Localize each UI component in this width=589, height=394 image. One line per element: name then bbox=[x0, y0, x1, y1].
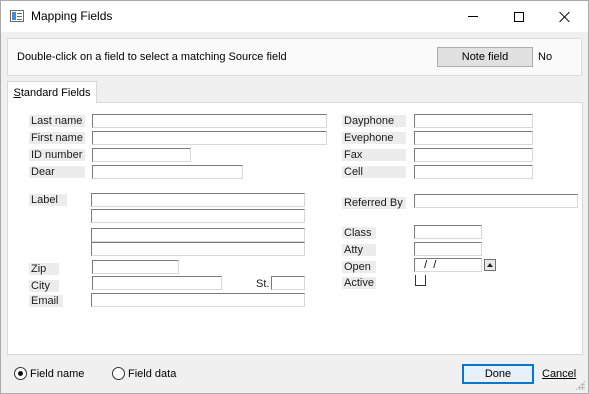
first-name-field[interactable] bbox=[92, 131, 327, 145]
fax-field[interactable] bbox=[414, 148, 533, 162]
referred-by-label: Referred By bbox=[342, 197, 406, 209]
maximize-button[interactable] bbox=[496, 1, 542, 32]
id-number-label: ID number bbox=[29, 149, 85, 161]
instruction-text: Double-click on a field to select a matc… bbox=[17, 51, 287, 63]
evephone-field[interactable] bbox=[414, 131, 533, 145]
label-line-2-field[interactable] bbox=[91, 209, 305, 223]
referred-by-field[interactable] bbox=[414, 194, 578, 208]
email-label: Email bbox=[29, 295, 63, 307]
done-button[interactable]: Done bbox=[462, 364, 534, 384]
atty-label: Atty bbox=[342, 244, 376, 256]
zip-field[interactable] bbox=[92, 260, 179, 274]
city-field[interactable] bbox=[92, 276, 222, 290]
open-label: Open bbox=[342, 261, 376, 273]
dear-field[interactable] bbox=[92, 165, 243, 179]
dayphone-label: Dayphone bbox=[342, 115, 406, 127]
minimize-icon bbox=[468, 16, 478, 17]
field-data-radio-label[interactable]: Field data bbox=[128, 368, 176, 380]
class-field[interactable] bbox=[414, 225, 482, 239]
label-line-4-field[interactable] bbox=[91, 242, 305, 256]
maximize-icon bbox=[514, 11, 524, 22]
resize-grip-icon[interactable] bbox=[575, 380, 585, 390]
id-number-field[interactable] bbox=[92, 148, 191, 162]
instruction-panel: Double-click on a field to select a matc… bbox=[7, 38, 582, 76]
dear-label: Dear bbox=[29, 166, 85, 178]
field-name-radio[interactable] bbox=[14, 367, 27, 380]
app-icon bbox=[10, 10, 24, 22]
active-checkbox[interactable] bbox=[415, 275, 426, 286]
dayphone-field[interactable] bbox=[414, 114, 533, 128]
email-field[interactable] bbox=[91, 293, 305, 307]
tab-standard-fields[interactable]: Standard Fields bbox=[7, 81, 97, 103]
evephone-label: Evephone bbox=[342, 132, 406, 144]
state-label: St. bbox=[256, 278, 270, 290]
field-name-radio-label[interactable]: Field name bbox=[30, 368, 84, 380]
label-line-3-field[interactable] bbox=[91, 228, 305, 242]
mapping-fields-dialog: Mapping Fields Double-click on a field t… bbox=[0, 0, 589, 394]
open-date-field[interactable]: / / bbox=[414, 258, 482, 272]
close-icon bbox=[559, 11, 571, 23]
fax-label: Fax bbox=[342, 149, 406, 161]
class-label: Class bbox=[342, 227, 376, 239]
zip-label: Zip bbox=[29, 263, 59, 275]
cell-field[interactable] bbox=[414, 165, 533, 179]
first-name-label: First name bbox=[29, 132, 85, 144]
label-line-1-field[interactable] bbox=[91, 193, 305, 207]
note-field-value: No bbox=[538, 51, 553, 63]
field-data-radio[interactable] bbox=[112, 367, 125, 380]
minimize-button[interactable] bbox=[450, 1, 496, 32]
last-name-field[interactable] bbox=[92, 114, 327, 128]
label-label: Label bbox=[29, 194, 67, 206]
window-title: Mapping Fields bbox=[31, 9, 113, 23]
last-name-label: Last name bbox=[29, 115, 85, 127]
atty-field[interactable] bbox=[414, 242, 482, 256]
state-field[interactable] bbox=[271, 276, 305, 290]
tab-label: Standard Fields bbox=[13, 86, 91, 99]
city-label: City bbox=[29, 280, 59, 292]
cancel-label: Cancel bbox=[542, 368, 577, 380]
active-label: Active bbox=[342, 277, 376, 289]
cancel-button[interactable]: Cancel bbox=[542, 368, 576, 380]
title-bar: Mapping Fields bbox=[1, 1, 588, 32]
note-field-button[interactable]: Note field bbox=[437, 47, 533, 67]
cell-label: Cell bbox=[342, 166, 406, 178]
open-date-picker-button[interactable] bbox=[484, 259, 496, 271]
close-button[interactable] bbox=[542, 1, 588, 32]
